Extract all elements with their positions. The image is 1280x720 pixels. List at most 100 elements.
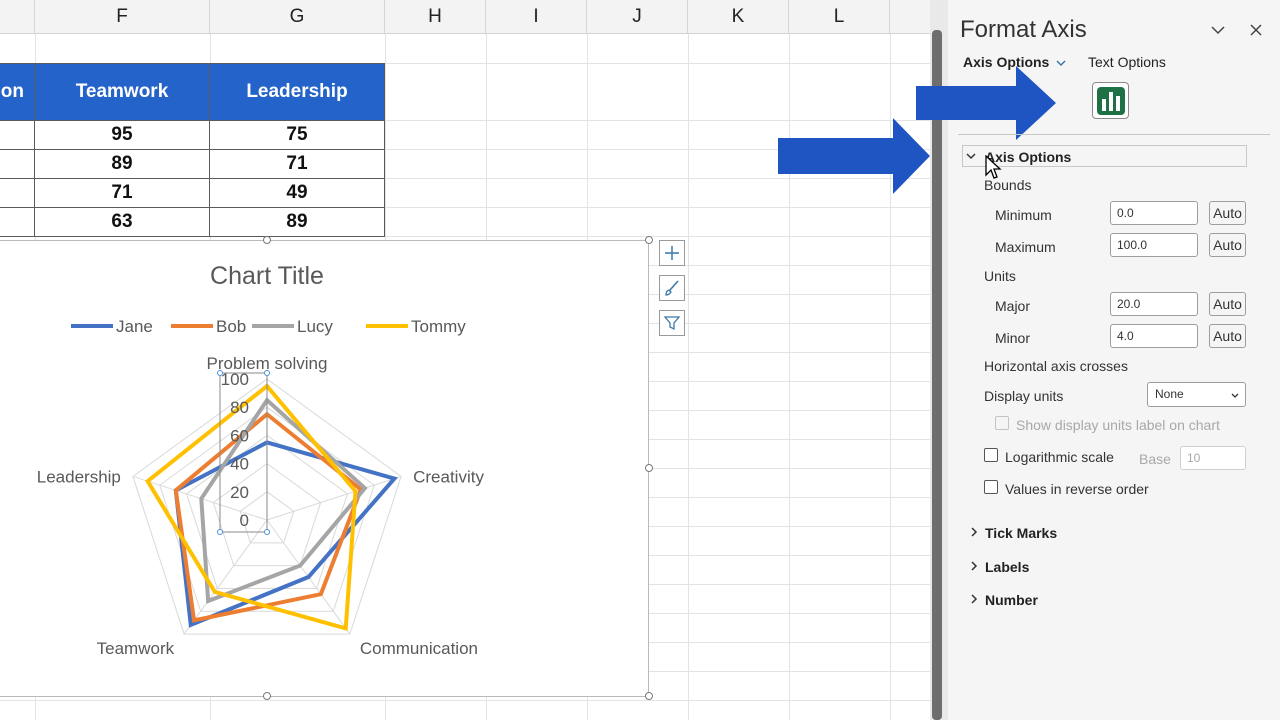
table-cell[interactable]: 49 <box>209 178 385 208</box>
radar-series[interactable] <box>145 383 398 631</box>
column-header-i[interactable]: I <box>486 0 587 34</box>
selection-handle <box>264 529 270 535</box>
logarithmic-scale-checkbox[interactable] <box>984 448 998 462</box>
series-line-lucy <box>199 397 368 604</box>
selection-handle <box>264 370 270 376</box>
close-icon[interactable] <box>1248 22 1264 38</box>
arrow-pointer-icon <box>778 118 930 194</box>
grid-spoke <box>183 519 268 635</box>
reverse-order-checkbox[interactable] <box>984 480 998 494</box>
chart-legend[interactable]: Jane Bob Lucy Tommy <box>71 317 466 336</box>
maximum-field[interactable] <box>1110 233 1198 257</box>
minimum-auto-button[interactable]: Auto <box>1209 201 1246 225</box>
table-cell[interactable]: 89 <box>209 207 385 237</box>
table-cell[interactable] <box>0 149 35 179</box>
radar-axis-labels: Problem solvingCreativityCommunicationTe… <box>37 354 485 658</box>
selection-handle[interactable] <box>263 692 271 700</box>
tick-label: 0 <box>240 511 249 530</box>
base-field[interactable] <box>1180 446 1246 470</box>
display-units-value: None <box>1155 387 1184 401</box>
major-field[interactable] <box>1110 292 1198 316</box>
minor-auto-button[interactable]: Auto <box>1209 324 1246 348</box>
table-cell[interactable] <box>0 207 35 237</box>
units-label: Units <box>984 268 1016 284</box>
grid-spoke <box>266 475 402 521</box>
maximum-label: Maximum <box>995 239 1056 255</box>
table-header-communication[interactable]: on <box>0 63 35 121</box>
selection-handle <box>217 529 223 535</box>
minimum-field[interactable] <box>1110 201 1198 225</box>
legend-item: Bob <box>216 317 246 336</box>
maximum-auto-button[interactable]: Auto <box>1209 233 1246 257</box>
reverse-order-label: Values in reverse order <box>1005 481 1149 497</box>
display-units-label: Display units <box>984 388 1064 404</box>
tab-text-options[interactable]: Text Options <box>1088 54 1166 70</box>
chevron-down-icon <box>1231 393 1239 398</box>
column-header-e[interactable] <box>0 0 35 34</box>
section-title-tick-marks[interactable]: Tick Marks <box>985 525 1057 541</box>
tick-label: 20 <box>230 483 249 502</box>
category-label: Communication <box>360 639 478 658</box>
table-header-leadership[interactable]: Leadership <box>209 63 385 121</box>
minor-field[interactable] <box>1110 324 1198 348</box>
show-units-checkbox[interactable] <box>995 416 1009 430</box>
selection-handle[interactable] <box>645 692 653 700</box>
bounds-label: Bounds <box>984 177 1032 193</box>
legend-item: Tommy <box>411 317 466 336</box>
tick-label: 40 <box>230 455 249 474</box>
tick-label: 100 <box>221 370 249 389</box>
major-auto-button[interactable]: Auto <box>1209 292 1246 316</box>
chevron-down-icon <box>965 150 977 165</box>
category-label: Creativity <box>413 467 484 486</box>
pane-divider <box>958 134 1270 135</box>
radar-chart[interactable]: Chart Title Jane Bob Lucy Tommy Problem sol… <box>0 240 649 697</box>
chevron-down-icon[interactable] <box>1210 22 1226 38</box>
table-cell[interactable]: 75 <box>209 120 385 150</box>
legend-item: Jane <box>116 317 153 336</box>
column-header-k[interactable]: K <box>688 0 789 34</box>
axis-options-icon-button[interactable] <box>1092 82 1129 119</box>
table-cell[interactable] <box>0 120 35 150</box>
section-title-labels[interactable]: Labels <box>985 559 1029 575</box>
filter-icon <box>663 316 681 331</box>
chevron-right-icon <box>969 560 979 575</box>
table-cell[interactable]: 95 <box>34 120 210 150</box>
display-units-select[interactable]: None <box>1147 382 1246 407</box>
radar-chart-svg: Chart Title Jane Bob Lucy Tommy Problem sol… <box>37 262 485 658</box>
tick-label: 80 <box>230 398 249 417</box>
arrow-pointer-icon <box>916 66 1056 140</box>
chart-filters-button[interactable] <box>659 310 685 336</box>
chart-styles-button[interactable] <box>659 275 685 301</box>
column-header-j[interactable]: J <box>587 0 688 34</box>
chart-title[interactable]: Chart Title <box>210 262 324 290</box>
selection-handle[interactable] <box>263 236 271 244</box>
selection-handle[interactable] <box>645 464 653 472</box>
table-cell[interactable]: 71 <box>209 149 385 179</box>
selection-handle[interactable] <box>645 236 653 244</box>
table-cell[interactable]: 63 <box>34 207 210 237</box>
minimum-label: Minimum <box>995 207 1052 223</box>
gridline <box>0 700 930 701</box>
show-units-label: Show display units label on chart <box>1016 417 1220 433</box>
major-label: Major <box>995 298 1031 314</box>
column-header-h[interactable]: H <box>385 0 486 34</box>
logarithmic-scale-label: Logarithmic scale <box>1005 449 1114 465</box>
spreadsheet-grid[interactable]: F G H I J K L on Teamwork Leadership 95 … <box>0 0 930 720</box>
bar-chart-icon <box>1096 86 1125 115</box>
column-header-row: F G H I J K L <box>0 0 930 34</box>
section-title-number[interactable]: Number <box>985 592 1038 608</box>
table-cell[interactable]: 89 <box>34 149 210 179</box>
table-header-teamwork[interactable]: Teamwork <box>34 63 210 121</box>
column-header-f[interactable]: F <box>35 0 210 34</box>
table-cell[interactable]: 71 <box>34 178 210 208</box>
category-label: Teamwork <box>97 639 175 658</box>
column-header-g[interactable]: G <box>210 0 385 34</box>
table-cell[interactable] <box>0 178 35 208</box>
column-header-l[interactable]: L <box>789 0 890 34</box>
chart-elements-button[interactable] <box>659 240 685 266</box>
chevron-down-icon[interactable] <box>1055 56 1067 68</box>
chevron-right-icon <box>969 526 979 541</box>
legend-item: Lucy <box>297 317 333 336</box>
pane-title: Format Axis <box>960 16 1087 43</box>
format-axis-pane: Format Axis Axis Options Text Options Ax… <box>916 0 1280 720</box>
